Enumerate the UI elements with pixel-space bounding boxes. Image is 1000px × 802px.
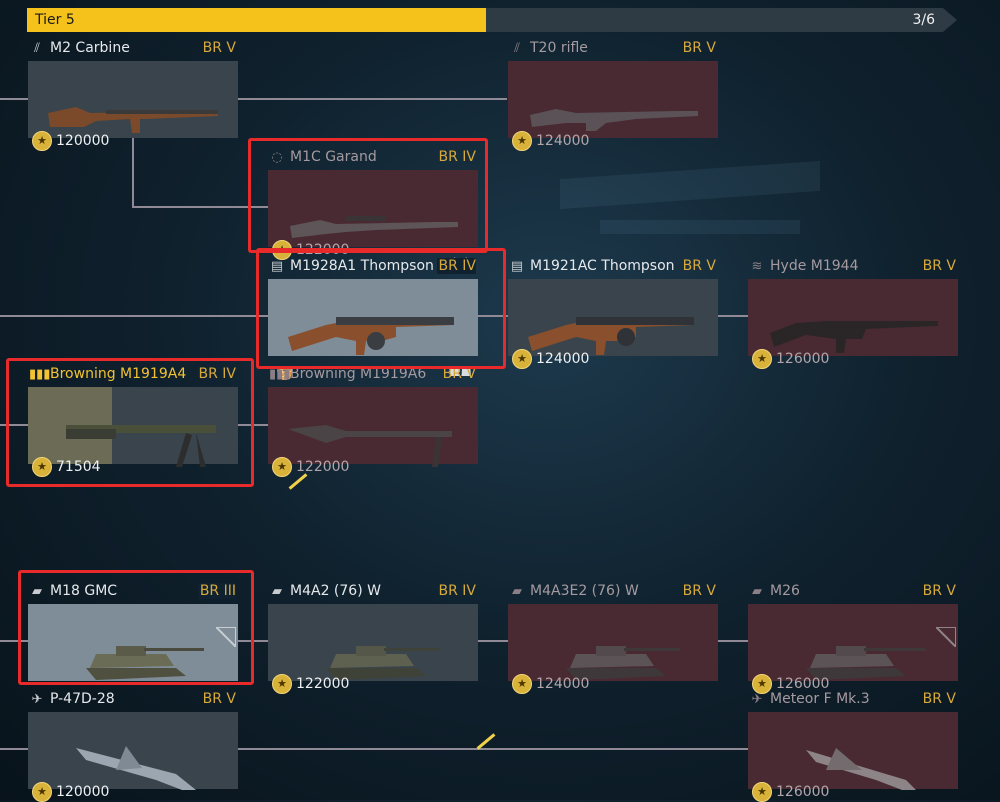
- unit-price: ★ 124000: [512, 349, 589, 369]
- unit-image-panel: ★ 120000: [28, 712, 238, 802]
- silver-coin-icon: ★: [32, 782, 52, 802]
- unit-price: ★ 126000: [752, 349, 829, 369]
- battle-rating: BR V: [922, 258, 956, 274]
- highlight-box: [6, 358, 254, 487]
- unit-name: Hyde M1944: [770, 258, 859, 274]
- unit-price: ★ 122000: [272, 674, 349, 694]
- unit-card-m4a2-76-w[interactable]: ▰ M4A2 (76) W BR IV ★ 122000: [268, 583, 478, 694]
- unit-name: Meteor F Mk.3: [770, 691, 870, 707]
- tier-progress-bar: Tier 5 3/6: [27, 8, 957, 32]
- silver-coin-icon: ★: [512, 349, 532, 369]
- battle-rating: BR V: [922, 583, 956, 599]
- tier-progress-count: 3/6: [912, 12, 935, 28]
- unit-card-header: ▰ M4A3E2 (76) W BR V: [508, 583, 718, 602]
- unit-card-header: ▰ M26 BR V: [748, 583, 958, 602]
- unit-card-m1921ac-thompson[interactable]: ▤ M1921AC Thompson BR V ★ 124000: [508, 258, 718, 369]
- tier-progress-fill: [27, 8, 486, 32]
- unit-name: M4A3E2 (76) W: [530, 583, 639, 599]
- unit-price: ★ 122000: [272, 457, 349, 477]
- highlight-box: [256, 248, 506, 369]
- battle-rating: BR V: [202, 40, 236, 56]
- unit-image-panel: ★ 124000: [508, 279, 718, 369]
- tree-connector: [0, 748, 28, 750]
- unit-card-m2-carbine[interactable]: ⫽ M2 Carbine BR V ★ 120000: [28, 40, 238, 151]
- unit-price: ★ 124000: [512, 131, 589, 151]
- unit-name: T20 rifle: [530, 40, 588, 56]
- battle-rating: BR V: [682, 40, 716, 56]
- unit-card-t20-rifle[interactable]: ⫽ T20 rifle BR V ★ 124000: [508, 40, 718, 151]
- background-light-streak: [600, 220, 800, 234]
- unit-name: P-47D-28: [50, 691, 115, 707]
- unit-price: ★ 124000: [512, 674, 589, 694]
- rifle-icon: ⫽: [514, 41, 520, 56]
- tank-icon: ▰: [272, 584, 282, 599]
- smg-icon: ≋: [751, 259, 763, 274]
- unit-card-p-47d-28[interactable]: ✈ P-47D-28 BR V ★ 120000: [28, 691, 238, 802]
- tank-icon: ▰: [512, 584, 522, 599]
- silver-coin-icon: ★: [272, 674, 292, 694]
- unit-card-meteor-f-mk3[interactable]: ✈ Meteor F Mk.3 BR V ★ 126000: [748, 691, 958, 802]
- unit-card-hyde-m1944[interactable]: ≋ Hyde M1944 BR V ★ 126000: [748, 258, 958, 369]
- tree-connector: [717, 315, 749, 317]
- unit-image-panel: ★ 126000: [748, 712, 958, 802]
- unit-card-header: ⫽ T20 rifle BR V: [508, 40, 718, 59]
- magazine-icon: ▤: [510, 259, 524, 274]
- tree-connector: [717, 640, 749, 642]
- unit-image-panel: ★ 120000: [28, 61, 238, 151]
- unit-card-header: ▤ M1921AC Thompson BR V: [508, 258, 718, 277]
- plane-icon: ✈: [751, 692, 763, 707]
- unit-image-panel: ★ 126000: [748, 604, 958, 694]
- unit-image-panel: ★ 124000: [508, 61, 718, 151]
- highlight-box: [248, 138, 488, 253]
- unit-image-panel: ★ 122000: [268, 604, 478, 694]
- unit-card-browning-m1919a6[interactable]: ▮▮▮ Browning M1919A6 BR V ★ 122000: [268, 366, 478, 477]
- unit-card-header: ≋ Hyde M1944 BR V: [748, 258, 958, 277]
- unit-price: ★ 120000: [32, 782, 109, 802]
- unit-price: ★ 126000: [752, 782, 829, 802]
- unit-image-panel: ★ 122000: [268, 387, 478, 477]
- silver-coin-icon: ★: [752, 782, 772, 802]
- silver-coin-icon: ★: [752, 349, 772, 369]
- unit-price: ★ 120000: [32, 131, 109, 151]
- unit-card-header: ✈ P-47D-28 BR V: [28, 691, 238, 710]
- corner-triangle-icon: [936, 627, 956, 647]
- background-light-streak: [560, 160, 820, 210]
- battle-rating: BR IV: [438, 583, 477, 599]
- unit-name: M26: [770, 583, 800, 599]
- silver-coin-icon: ★: [512, 674, 532, 694]
- silver-coin-icon: ★: [512, 131, 532, 151]
- ammo-icon: ▮▮▮: [269, 367, 291, 382]
- unit-card-m4a3e2-76-w[interactable]: ▰ M4A3E2 (76) W BR V ★ 124000: [508, 583, 718, 694]
- tree-connector: [477, 640, 509, 642]
- unit-name: M4A2 (76) W: [290, 583, 381, 599]
- battle-rating: BR V: [682, 258, 716, 274]
- tree-connector: [237, 98, 507, 100]
- unit-card-header: ✈ Meteor F Mk.3 BR V: [748, 691, 958, 710]
- battle-rating: BR V: [922, 691, 956, 707]
- tier-label: Tier 5: [35, 12, 75, 28]
- tree-connector: [0, 98, 28, 100]
- plane-icon: ✈: [31, 692, 43, 707]
- tank-icon: ▰: [752, 584, 762, 599]
- silver-coin-icon: ★: [32, 131, 52, 151]
- battle-rating: BR V: [202, 691, 236, 707]
- tree-connector: [0, 315, 268, 317]
- silver-coin-icon: ★: [272, 457, 292, 477]
- unit-name: M1921AC Thompson: [530, 258, 675, 274]
- unit-name: M2 Carbine: [50, 40, 130, 56]
- rifle-icon: ⫽: [34, 41, 40, 56]
- unit-card-m26[interactable]: ▰ M26 BR V ★ 126000: [748, 583, 958, 694]
- highlight-box: [18, 570, 254, 685]
- battle-rating: BR V: [682, 583, 716, 599]
- unit-card-header: ▰ M4A2 (76) W BR IV: [268, 583, 478, 602]
- unit-image-panel: ★ 124000: [508, 604, 718, 694]
- unit-image-panel: ★ 126000: [748, 279, 958, 369]
- tree-connector: [237, 748, 749, 750]
- unit-card-header: ⫽ M2 Carbine BR V: [28, 40, 238, 59]
